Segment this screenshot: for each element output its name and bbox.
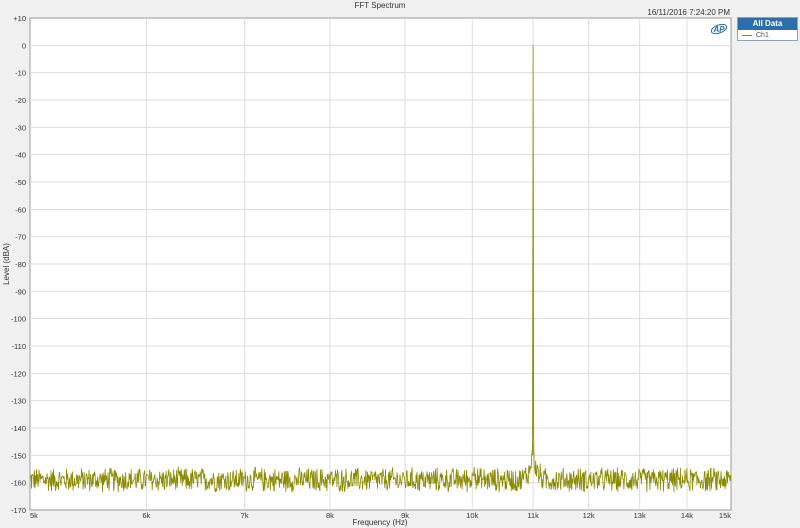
legend-swatch xyxy=(742,34,752,36)
y-tick-label: -120 xyxy=(11,369,26,378)
y-tick-label: -20 xyxy=(15,96,26,105)
y-tick-label: -90 xyxy=(15,287,26,296)
y-tick-label: +10 xyxy=(13,14,26,23)
y-tick-label: -100 xyxy=(11,315,26,324)
ap-logo-icon: AP xyxy=(710,22,728,40)
y-tick-label: -10 xyxy=(15,69,26,78)
y-tick-label: -50 xyxy=(15,178,26,187)
y-tick-label: -160 xyxy=(11,479,26,488)
x-axis-label: Frequency (Hz) xyxy=(352,518,407,527)
fft-chart: +10 0 -10 -20 -30 -40 -50 -60 -70 -80 -90 -100 -110 -… xyxy=(2,1,732,527)
chart-timestamp: 16/11/2016 7:24:20 PM xyxy=(647,8,730,17)
x-tick-label: 12k xyxy=(583,511,595,520)
y-tick-label: 0 xyxy=(22,41,26,50)
y-tick-label: -140 xyxy=(11,424,26,433)
x-tick-label: 11k xyxy=(527,511,539,520)
y-tick-label: -110 xyxy=(12,342,26,351)
y-tick-label: -70 xyxy=(15,233,26,242)
legend-item-ch1[interactable]: Ch1 xyxy=(738,30,797,40)
y-axis-label: Level (dBA) xyxy=(2,243,11,285)
y-tick-label: -30 xyxy=(15,123,26,132)
x-tick-label: 13k xyxy=(634,511,646,520)
y-tick-label: -40 xyxy=(15,151,26,160)
y-tick-label: -170 xyxy=(11,506,26,515)
x-tick-label: 6k xyxy=(142,511,150,520)
x-tick-label: 10k xyxy=(466,511,478,520)
x-tick-label: 15k xyxy=(719,511,731,520)
y-tick-label: -60 xyxy=(15,205,26,214)
x-tick-label: 14k xyxy=(681,511,693,520)
y-tick-label: -130 xyxy=(11,397,26,406)
ap-logo-text: AP xyxy=(712,25,725,34)
legend-panel: All Data Ch1 xyxy=(737,17,798,41)
x-tick-label: 7k xyxy=(241,511,249,520)
legend-header-all-data[interactable]: All Data xyxy=(738,18,797,30)
x-tick-label: 8k xyxy=(326,511,334,520)
chart-title: FFT Spectrum xyxy=(355,1,406,10)
x-tick-label: 5k xyxy=(30,511,38,520)
y-tick-label: -80 xyxy=(15,260,26,269)
y-tick-label: -150 xyxy=(11,451,26,460)
legend-item-label: Ch1 xyxy=(756,31,769,39)
